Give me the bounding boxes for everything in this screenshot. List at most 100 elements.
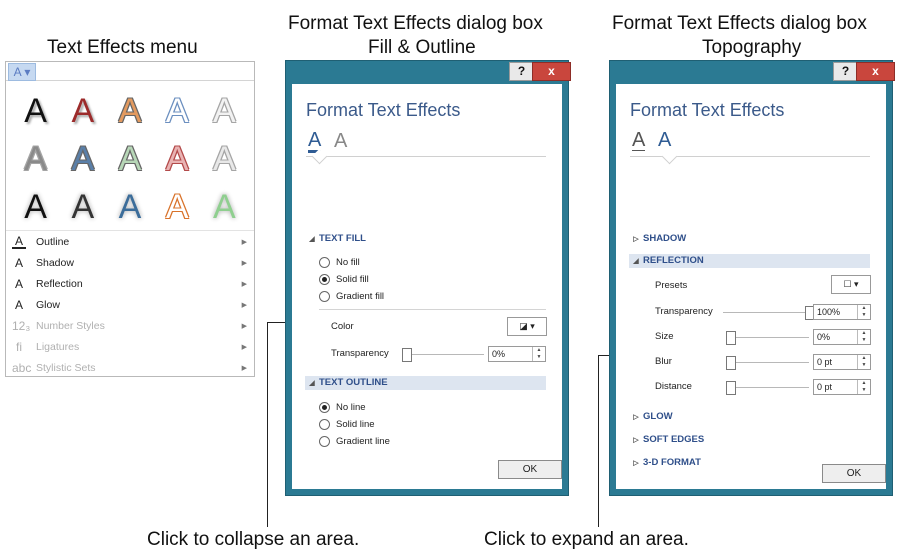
text-effect-style-7[interactable]: A — [59, 135, 106, 183]
transparency-slider-track[interactable] — [406, 354, 484, 355]
menu-item-label: Stylistic Sets — [36, 361, 96, 374]
tab-text-effects[interactable]: A — [334, 130, 347, 153]
text-effect-style-1[interactable]: A — [12, 87, 59, 135]
distance-label: Distance — [655, 381, 692, 392]
transparency-slider-track[interactable] — [723, 312, 809, 313]
radio-solid-fill[interactable]: Solid fill — [319, 274, 369, 285]
blur-slider-track[interactable] — [728, 362, 809, 363]
dialog-title-bar: ? x — [610, 61, 895, 84]
size-spin-box[interactable]: 0% ▲ ▼ — [813, 329, 871, 345]
caption-dialog-topography-line1: Format Text Effects dialog box — [612, 13, 867, 34]
caption-collapse: Click to collapse an area. — [147, 529, 360, 550]
color-picker-button[interactable]: ◪ ▾ — [507, 317, 547, 336]
text-effect-style-13[interactable]: A — [106, 183, 153, 231]
menu-item-number-styles[interactable]: 12₃ Number Styles ▶ — [6, 315, 254, 336]
radio-gradient-fill[interactable]: Gradient fill — [319, 291, 384, 302]
size-slider-track[interactable] — [728, 337, 809, 338]
section-glow-header[interactable]: ▷ GLOW — [629, 410, 870, 424]
spin-arrows-icon[interactable]: ▲ ▼ — [857, 380, 870, 394]
menu-item-ligatures[interactable]: fi Ligatures ▶ — [6, 336, 254, 357]
transparency-label: Transparency — [655, 306, 713, 317]
collapsed-triangle-icon: ▷ — [633, 437, 639, 444]
menu-item-reflection[interactable]: A Reflection ▶ — [6, 273, 254, 294]
tab-text-effects[interactable]: A — [658, 130, 671, 150]
submenu-arrow-icon: ▶ — [241, 259, 247, 267]
ok-button[interactable]: OK — [498, 460, 562, 479]
dialog-title: Format Text Effects — [306, 100, 461, 120]
spin-arrows-icon[interactable]: ▲ ▼ — [857, 355, 870, 369]
help-button[interactable]: ? — [509, 62, 534, 81]
section-divider — [319, 309, 546, 310]
text-effect-style-3[interactable]: A — [106, 87, 153, 135]
text-effect-style-12[interactable]: A — [59, 183, 106, 231]
text-effects-gallery: AAAAAAAAAAAAAAA — [6, 81, 254, 231]
size-slider-thumb[interactable] — [726, 331, 736, 345]
radio-circle — [319, 436, 330, 447]
text-effect-style-2[interactable]: A — [59, 87, 106, 135]
presets-label: Presets — [655, 280, 688, 291]
section-reflection-label: REFLECTION — [643, 255, 704, 266]
transparency-value: 0% — [492, 349, 506, 359]
dialog-tab-row: A A — [630, 128, 870, 165]
spin-arrows-icon[interactable]: ▲ ▼ — [532, 347, 545, 361]
text-effect-style-15[interactable]: A — [201, 183, 248, 231]
distance-spin-box[interactable]: 0 pt ▲ ▼ — [813, 379, 871, 395]
menu-item-glow[interactable]: A Glow ▶ — [6, 294, 254, 315]
text-effect-style-14[interactable]: A — [154, 183, 201, 231]
close-button[interactable]: x — [532, 62, 571, 81]
text-effect-style-5[interactable]: A — [201, 87, 248, 135]
transparency-value: 100% — [817, 307, 841, 317]
outline-icon: A — [12, 235, 26, 249]
distance-slider-thumb[interactable] — [726, 381, 736, 395]
section-soft-edges-header[interactable]: ▷ SOFT EDGES — [629, 433, 870, 447]
radio-solid-line-label: Solid line — [336, 419, 375, 430]
transparency-slider-thumb[interactable] — [402, 348, 412, 362]
reflection-icon: A — [14, 276, 23, 291]
ligatures-icon: fi — [16, 339, 22, 354]
radio-no-line[interactable]: No line — [319, 402, 366, 413]
text-effect-style-9[interactable]: A — [154, 135, 201, 183]
text-effect-style-6[interactable]: A — [12, 135, 59, 183]
radio-solid-fill-label: Solid fill — [336, 274, 369, 285]
submenu-arrow-icon: ▶ — [241, 364, 247, 372]
section-text-outline-header[interactable]: ◢ TEXT OUTLINE — [305, 376, 546, 390]
shadow-icon: A — [14, 255, 23, 270]
spin-arrows-icon[interactable]: ▲ ▼ — [857, 330, 870, 344]
section-reflection-header[interactable]: ◢ REFLECTION — [629, 254, 870, 268]
help-button[interactable]: ? — [833, 62, 858, 81]
menu-item-outline[interactable]: A Outline ▶ — [6, 231, 254, 252]
format-text-effects-dialog-fill-outline: ? x Format Text Effects A A ◢ TEXT FILL N… — [285, 60, 571, 496]
color-label: Color — [331, 321, 354, 332]
text-effect-style-8[interactable]: A — [106, 135, 153, 183]
tab-text-fill-outline[interactable]: A — [632, 130, 646, 151]
transparency-spin-box[interactable]: 0% ▲ ▼ — [488, 346, 546, 362]
caption-expand: Click to expand an area. — [484, 529, 689, 550]
close-button[interactable]: x — [856, 62, 895, 81]
text-effect-style-4[interactable]: A — [154, 87, 201, 135]
menu-item-shadow[interactable]: A Shadow ▶ — [6, 252, 254, 273]
menu-item-label: Shadow — [36, 256, 74, 269]
spin-arrows-icon[interactable]: ▲ ▼ — [857, 305, 870, 319]
blur-spin-box[interactable]: 0 pt ▲ ▼ — [813, 354, 871, 370]
menu-item-stylistic-sets[interactable]: abc Stylistic Sets ▶ — [6, 357, 254, 378]
radio-no-fill[interactable]: No fill — [319, 257, 360, 268]
section-shadow-header[interactable]: ▷ SHADOW — [629, 232, 870, 246]
text-effect-style-11[interactable]: A — [12, 183, 59, 231]
menu-top-bar: A ▾ — [6, 62, 254, 81]
menu-item-label: Glow — [36, 298, 60, 311]
text-effects-dropdown-button[interactable]: A ▾ — [8, 63, 36, 81]
radio-gradient-line[interactable]: Gradient line — [319, 436, 390, 447]
dialog-tab-row: A A — [306, 128, 546, 165]
text-effect-style-10[interactable]: A — [201, 135, 248, 183]
distance-slider-track[interactable] — [728, 387, 809, 388]
radio-circle — [319, 419, 330, 430]
ok-button[interactable]: OK — [822, 464, 886, 483]
presets-dropdown-button[interactable]: ☐ ▾ — [831, 275, 871, 294]
radio-solid-line[interactable]: Solid line — [319, 419, 375, 430]
dialog-title-bar: ? x — [286, 61, 571, 84]
blur-slider-thumb[interactable] — [726, 356, 736, 370]
section-text-fill-header[interactable]: ◢ TEXT FILL — [305, 232, 546, 246]
radio-gradient-line-label: Gradient line — [336, 436, 390, 447]
transparency-spin-box[interactable]: 100% ▲ ▼ — [813, 304, 871, 320]
submenu-arrow-icon: ▶ — [241, 322, 247, 330]
